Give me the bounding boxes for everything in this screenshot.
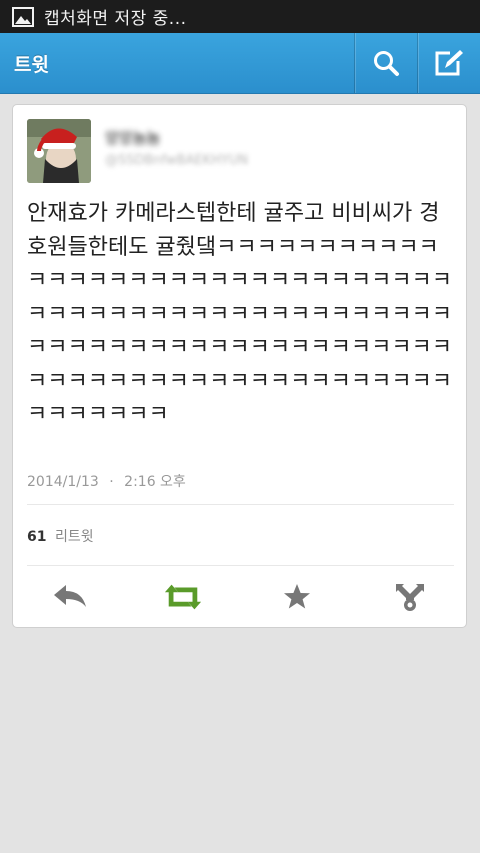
tweet-timestamp: 2014/1/13 · 2:16 오후 [27,471,186,491]
retweet-button[interactable] [163,579,203,615]
share-icon [396,584,424,611]
reply-icon [54,585,86,607]
star-icon [284,584,310,609]
retweet-icon [164,584,202,610]
page-title: 트윗 [14,53,49,76]
tweet-text: 안재효가 카메라스텝한테 귤주고 비비씨가 경호원들한테도 귤줬댘ㅋㅋㅋㅋㅋㅋㅋ… [27,201,453,427]
search-icon [374,51,399,76]
timestamp-separator: · [109,474,114,490]
search-button[interactable] [354,33,417,93]
retweet-count-row[interactable]: 61 리트윗 [27,526,94,546]
status-text: 캡처화면 저장 중... [44,9,187,29]
divider [27,565,454,566]
display-name[interactable]: 앙앙뇸뇸 [105,127,210,147]
share-button[interactable] [390,579,430,615]
favorite-button[interactable] [277,579,317,615]
compose-button[interactable] [417,33,480,93]
tweet-date: 2014/1/13 [27,474,99,490]
action-bar: 트윗 [0,33,480,94]
retweet-count-label: 리트윗 [54,529,94,545]
compose-icon [435,50,463,76]
status-bar: 캡처화면 저장 중... [0,0,480,33]
avatar-image [27,119,91,183]
tweet-actions [13,567,468,627]
retweet-count: 61 [27,529,47,545]
reply-button[interactable] [50,579,90,615]
tweet-time: 2:16 오후 [124,474,186,490]
avatar[interactable] [27,119,91,183]
image-icon [12,6,34,27]
divider [27,504,454,505]
user-handle[interactable]: @SSDBnfwBAEKHYUN [105,153,275,171]
tweet-card: 앙앙뇸뇸 @SSDBnfwBAEKHYUN 안재효가 카메라스텝한테 귤주고 비… [12,104,467,628]
